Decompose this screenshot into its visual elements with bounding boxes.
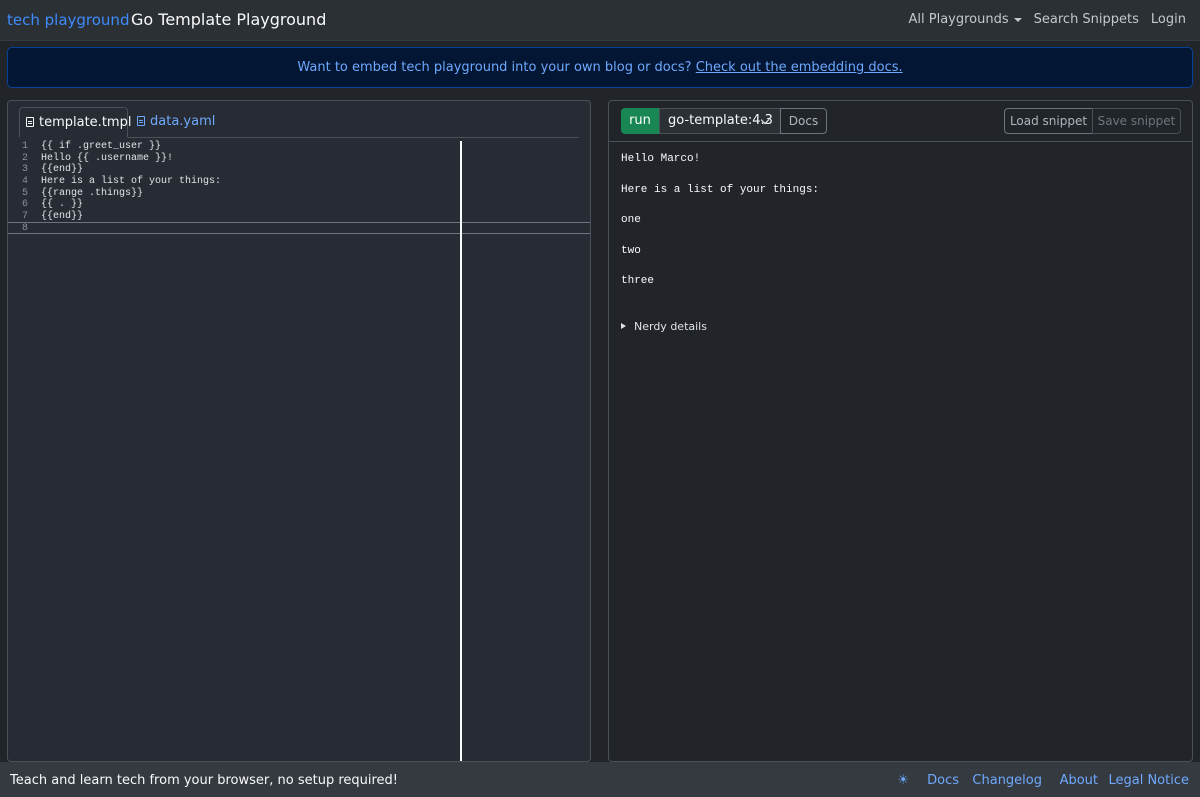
- line-number: 6: [21, 199, 28, 210]
- footer-docs-link[interactable]: Docs: [927, 773, 959, 788]
- code-line: 3 {{end}}: [8, 164, 590, 176]
- code-line: 4 Here is a list of your things:: [8, 176, 590, 188]
- footer-legal-link[interactable]: Legal Notice: [1108, 773, 1189, 788]
- code-text: {{ if .greet_user }}: [41, 141, 162, 152]
- engine-select[interactable]: go-template:4.3: [659, 108, 781, 134]
- page-title: Go Template Playground: [131, 10, 327, 29]
- output-line: one: [621, 214, 641, 226]
- editor-panel: template.tmpl data.yaml 1 {{ if .greet_us…: [7, 100, 591, 762]
- save-snippet-button[interactable]: Save snippet: [1092, 108, 1181, 134]
- code-line: 6 {{ . }}: [8, 199, 590, 211]
- code-editor[interactable]: 1{{ if .greet_user }} 2 Hello {{ .usernam…: [8, 141, 590, 761]
- output-toolbar: run go-template:4.3 Docs Load snippet Sa…: [609, 101, 1192, 142]
- file-tabs: template.tmpl data.yaml: [19, 107, 579, 138]
- code-text: {{ . }}: [41, 199, 84, 210]
- file-icon: [26, 117, 34, 127]
- code-text: Here is a list of your things:: [41, 176, 222, 187]
- all-playgrounds-label: All Playgrounds: [908, 12, 1009, 27]
- tab-data-yaml[interactable]: data.yaml: [131, 107, 215, 138]
- footer-tagline: Teach and learn tech from your browser, …: [10, 773, 399, 788]
- footer-changelog-link[interactable]: Changelog: [972, 773, 1042, 788]
- load-snippet-button[interactable]: Load snippet: [1004, 108, 1093, 134]
- details-label: Nerdy details: [634, 320, 707, 333]
- line-number: 8: [21, 223, 28, 234]
- tab-label: data.yaml: [150, 114, 216, 129]
- output-line: three: [621, 275, 655, 287]
- tab-template-tmpl[interactable]: template.tmpl: [19, 107, 132, 138]
- code-line: 1 {{ if .greet_user }}: [8, 141, 590, 153]
- file-icon: [137, 116, 145, 126]
- sun-icon[interactable]: ☀: [897, 773, 909, 788]
- code-line: 7 {{end}}: [8, 211, 590, 223]
- brand-link[interactable]: tech playground: [7, 11, 129, 29]
- print-margin-ruler: [460, 141, 462, 761]
- embed-alert: Want to embed tech playground into your …: [7, 47, 1193, 88]
- output-line: Here is a list of your things:: [621, 184, 820, 196]
- code-text: {{end}}: [41, 164, 84, 175]
- output-panel: run go-template:4.3 Docs Load snippet Sa…: [608, 100, 1193, 762]
- line-number: 7: [21, 211, 28, 222]
- engine-value: go-template:4.3: [668, 113, 773, 128]
- output-line: Hello Marco!: [621, 153, 701, 165]
- line-number: 4: [21, 176, 28, 187]
- run-button[interactable]: run: [621, 108, 659, 134]
- alert-text: Want to embed tech playground into your …: [297, 60, 692, 75]
- footer: Teach and learn tech from your browser, …: [0, 762, 1200, 797]
- line-number: 3: [21, 164, 28, 175]
- search-snippets-link[interactable]: Search Snippets: [1034, 12, 1139, 27]
- code-text: {{end}}: [41, 211, 84, 222]
- triangle-right-icon: [621, 323, 626, 329]
- line-number: 1: [21, 141, 28, 152]
- all-playgrounds-dropdown[interactable]: All Playgrounds: [909, 12, 1022, 27]
- login-link[interactable]: Login: [1151, 12, 1186, 27]
- footer-about-link[interactable]: About: [1060, 773, 1098, 788]
- nerdy-details-toggle[interactable]: Nerdy details: [621, 320, 707, 333]
- tab-label: template.tmpl: [39, 115, 132, 130]
- docs-button[interactable]: Docs: [780, 108, 827, 134]
- caret-down-icon: [1013, 17, 1022, 22]
- code-line: 8: [8, 223, 590, 235]
- navbar: tech playground Go Template Playground A…: [0, 0, 1200, 41]
- output-line: two: [621, 245, 641, 257]
- embedding-docs-link[interactable]: Check out the embedding docs.: [696, 60, 903, 75]
- nav-menu: All Playgrounds Search Snippets Login: [897, 12, 1187, 27]
